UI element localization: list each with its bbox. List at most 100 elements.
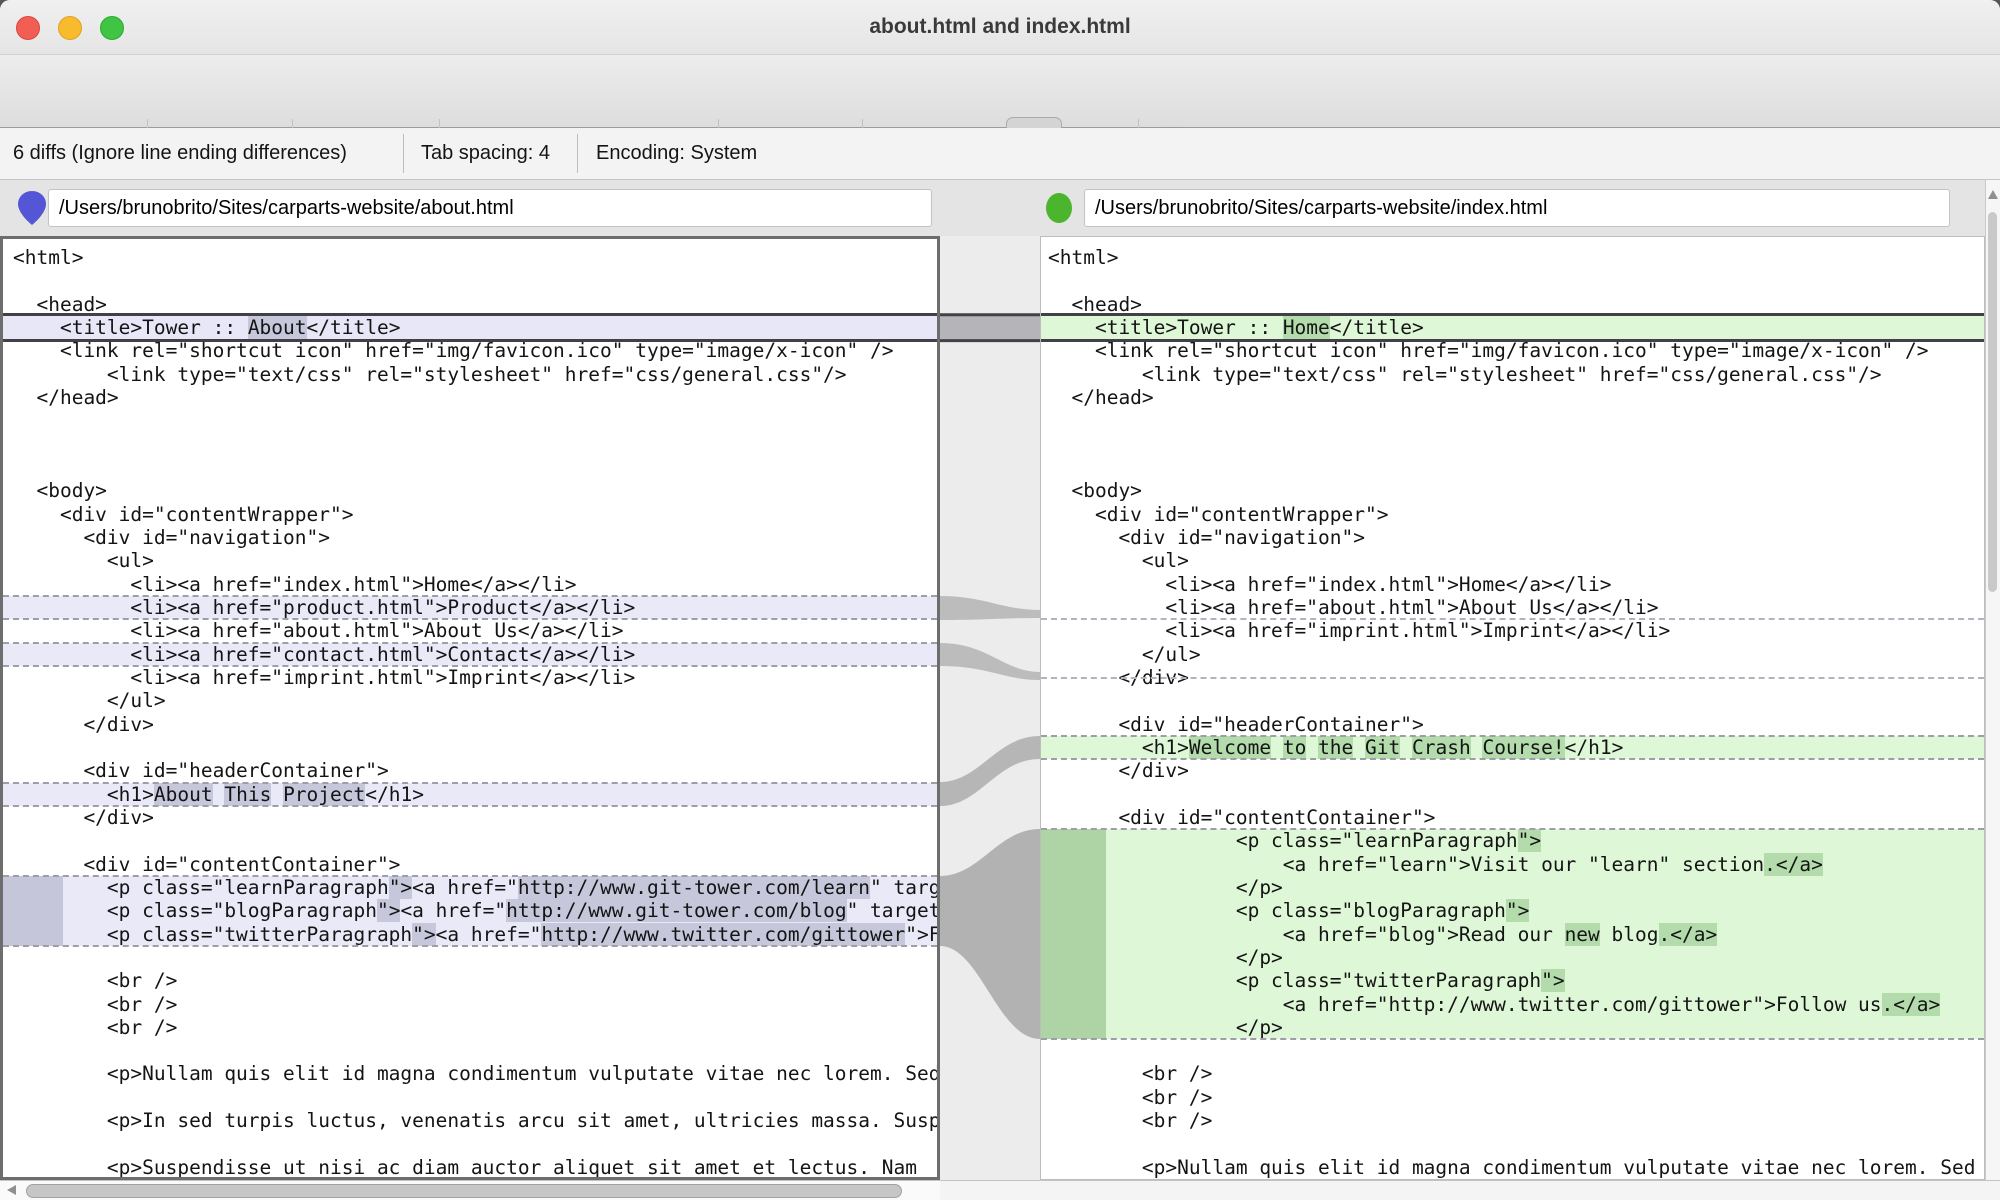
code-text: <div id="contentWrapper"> [1048, 503, 1388, 526]
code-line: <p>Suspendisse ut nisi ac diam auctor al… [3, 1156, 937, 1179]
code-line: <h1>Welcome to the Git Crash Course!</h1… [1041, 736, 1984, 759]
tab-spacing-status: Tab spacing: 4 [421, 128, 550, 179]
code-text: <ul> [1048, 549, 1189, 572]
code-text: </head> [1048, 386, 1154, 409]
horizontal-scroll-thumb[interactable] [26, 1184, 902, 1198]
code-text: <br /> [1048, 1086, 1212, 1109]
code-text [1048, 689, 1060, 712]
code-line: <link rel="shortcut icon" href="img/favi… [1041, 339, 1984, 362]
code-text: </div> [13, 806, 154, 829]
code-line: </div> [3, 806, 937, 829]
right-editor-pane[interactable]: <html> <head> <title>Tower :: Home</titl… [1040, 236, 1985, 1180]
right-file-path-input[interactable] [1084, 189, 1950, 227]
inline-diff-highlight: About [154, 783, 213, 806]
code-line: <p class="learnParagraph"><a href="http:… [3, 876, 937, 899]
code-line: <p class="blogParagraph"> [1041, 899, 1984, 922]
code-text: <li><a href="index.html">Home</a></li> [13, 573, 577, 596]
code-line: <li><a href="contact.html">Contact</a></… [3, 643, 937, 666]
code-line: </p> [1041, 876, 1984, 899]
left-file-marker-icon [17, 190, 47, 226]
connector-deleted-product-line[interactable] [940, 596, 1040, 620]
code-text: <p class="learnParagraph [13, 876, 389, 899]
code-text [1048, 269, 1060, 292]
code-text: </div> [13, 713, 154, 736]
status-separator [403, 134, 404, 173]
code-line: <li><a href="index.html">Home</a></li> [1041, 573, 1984, 596]
status-bar: 6 diffs (Ignore line ending differences)… [0, 128, 2000, 180]
code-text: <br /> [1048, 1109, 1212, 1132]
code-text: <p>Suspendisse ut nisi ac diam auctor al… [13, 1156, 917, 1179]
code-line: </p> [1041, 946, 1984, 969]
code-line: </div> [3, 713, 937, 736]
code-line: <li><a href="about.html">About Us</a></l… [1041, 596, 1984, 619]
code-line: <li><a href="index.html">Home</a></li> [3, 573, 937, 596]
code-line: </ul> [3, 689, 937, 712]
inline-diff-highlight: http://www.git-tower.com/blog [506, 899, 846, 922]
code-line: <div id="headerContainer"> [1041, 713, 1984, 736]
code-text: <p class="blogParagraph [1048, 899, 1506, 922]
code-text: <div id="headerContainer"> [13, 759, 389, 782]
code-line: </div> [1041, 759, 1984, 782]
connector-deleted-contact-line[interactable] [940, 643, 1040, 680]
code-line: <br /> [1041, 1086, 1984, 1109]
code-text: <link type="text/css" rel="stylesheet" h… [1048, 363, 1882, 386]
inline-diff-highlight: Home [1283, 316, 1330, 339]
diff-gutter [940, 236, 1040, 1180]
code-line [3, 829, 937, 852]
code-line: <html> [1041, 246, 1984, 269]
code-text: </ul> [13, 689, 166, 712]
code-text [1048, 433, 1060, 456]
inline-diff-highlight: new [1565, 923, 1600, 946]
code-line: <title>Tower :: About</title> [3, 316, 937, 339]
code-text: <head> [13, 293, 107, 316]
code-text: <ul> [13, 549, 154, 572]
code-text: </title> [307, 316, 401, 339]
code-text: <title>Tower :: [1048, 316, 1283, 339]
code-line: <p>Nullam quis elit id magna condimentum… [3, 1062, 937, 1085]
left-editor-pane[interactable]: <html> <head> <title>Tower :: About</tit… [0, 236, 940, 1180]
code-text: <div id="contentWrapper"> [13, 503, 353, 526]
scroll-up-arrow-icon[interactable] [1988, 190, 1998, 199]
right-horizontal-scrollbar[interactable] [940, 1180, 2000, 1200]
code-line: </p> [1041, 1016, 1984, 1039]
code-text: <title>Tower :: [13, 316, 248, 339]
code-text [13, 269, 25, 292]
inline-diff-highlight: Welcome [1189, 736, 1271, 759]
diff-app-window: about.html and index.html [0, 0, 2000, 1200]
code-line: <div id="contentContainer"> [3, 853, 937, 876]
code-line: <title>Tower :: Home</title> [1041, 316, 1984, 339]
code-line [1041, 1132, 1984, 1155]
code-text: <p>In sed turpis luctus, venenatis arcu … [13, 1109, 940, 1132]
code-line: <br /> [3, 1016, 937, 1039]
code-text: </h1> [365, 783, 424, 806]
code-text: <a href="http://www.twitter.com/gittower… [1048, 993, 1882, 1016]
code-line: <link rel="shortcut icon" href="img/favi… [3, 339, 937, 362]
code-text: <html> [1048, 246, 1118, 269]
code-text: <div id="navigation"> [13, 526, 330, 549]
inline-diff-highlight: "> [1518, 829, 1541, 852]
code-text [1400, 736, 1412, 759]
inline-diff-highlight: to [1283, 736, 1306, 759]
vertical-scroll-thumb[interactable] [1988, 212, 1997, 592]
code-text: </div> [1048, 759, 1189, 782]
code-text: <li><a href="about.html">About Us</a></l… [1048, 596, 1658, 619]
scroll-left-arrow-icon[interactable] [7, 1185, 16, 1195]
connector-current-diff[interactable] [940, 316, 1040, 339]
code-text [13, 409, 25, 432]
connector-paragraph-block-change[interactable] [940, 829, 1040, 1039]
code-text: <li><a href="contact.html">Contact</a></… [13, 643, 635, 666]
inline-diff-highlight: "> [389, 876, 412, 899]
code-text: <body> [1048, 479, 1142, 502]
connector-h1-change[interactable] [940, 736, 1040, 806]
code-line: <p class="learnParagraph"> [1041, 829, 1984, 852]
left-file-path-input[interactable] [48, 189, 932, 227]
code-text: <html> [13, 246, 83, 269]
code-text [1048, 783, 1060, 806]
code-text [1048, 409, 1060, 432]
code-text [1353, 736, 1365, 759]
left-code: <html> <head> <title>Tower :: About</tit… [3, 239, 937, 1179]
status-separator [577, 134, 578, 173]
code-line: <body> [3, 479, 937, 502]
code-text: <a href=" [400, 899, 506, 922]
code-text: <li><a href="imprint.html">Imprint</a></… [1048, 619, 1670, 642]
